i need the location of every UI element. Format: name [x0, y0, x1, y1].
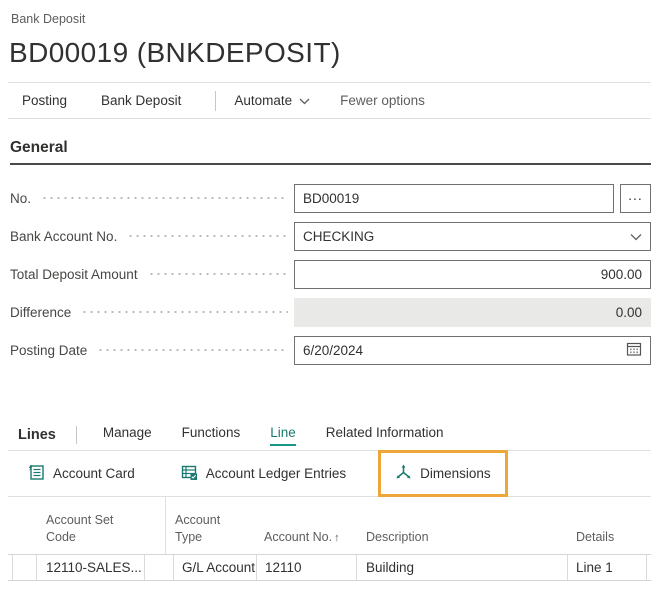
cell-account-no[interactable]: 12110	[257, 555, 357, 580]
tab-manage[interactable]: Manage	[103, 425, 152, 446]
difference-field-row: Difference 0.00	[10, 293, 651, 331]
row-select-cell[interactable]	[12, 555, 37, 580]
dimensions-label: Dimensions	[420, 466, 491, 481]
calendar-icon[interactable]	[626, 341, 642, 360]
table-row[interactable]: 12110-SALES... G/L Account 12110 Buildin…	[8, 554, 651, 581]
dimensions-button[interactable]: Dimensions	[395, 464, 491, 484]
automate-menu[interactable]: Automate	[234, 93, 310, 108]
breadcrumb: Bank Deposit	[11, 12, 86, 26]
cell-description[interactable]: Building	[357, 555, 568, 580]
lines-divider	[75, 426, 77, 444]
cell-account-type[interactable]: G/L Account	[174, 555, 257, 580]
posting-date-field-label: Posting Date	[10, 342, 88, 358]
action-bar-divider	[215, 90, 217, 111]
lines-section-heading[interactable]: Lines	[18, 427, 56, 443]
dotted-leader	[41, 197, 288, 199]
header-account-set-code[interactable]: Account Set Code	[37, 497, 166, 554]
total-deposit-amount-field-row: Total Deposit Amount 900.00	[10, 255, 651, 293]
no-field-label: No.	[10, 190, 32, 206]
chevron-down-icon[interactable]	[630, 229, 642, 244]
sort-ascending-icon: ↑	[334, 532, 340, 545]
header-account-no[interactable]: Account No. ↑	[257, 497, 357, 554]
dimensions-highlight-box: Dimensions	[378, 450, 508, 497]
posting-date-field-row: Posting Date 6/20/2024	[10, 331, 651, 369]
page-title: BD00019 (BNKDEPOSIT)	[9, 37, 341, 68]
bank-account-no-field-label: Bank Account No.	[10, 228, 118, 244]
posting-date-field[interactable]: 6/20/2024	[294, 335, 651, 365]
general-section-heading[interactable]: General	[10, 139, 651, 165]
automate-label: Automate	[234, 93, 293, 108]
posting-date-value: 6/20/2024	[303, 342, 364, 358]
dimensions-icon	[395, 464, 412, 484]
bank-account-no-field[interactable]: CHECKING	[294, 221, 651, 251]
chevron-down-icon	[299, 93, 310, 108]
no-field[interactable]: BD00019	[294, 183, 614, 213]
dotted-leader	[81, 311, 288, 313]
no-field-row: No. BD00019 ...	[10, 179, 651, 217]
bank-deposit-menu[interactable]: Bank Deposit	[101, 93, 181, 108]
cell-account-set-code[interactable]: 12110-SALES...	[37, 555, 145, 580]
account-card-button[interactable]: Account Card	[28, 464, 135, 484]
header-description[interactable]: Description	[357, 497, 568, 554]
bank-account-no-field-row: Bank Account No. CHECKING	[10, 217, 651, 255]
difference-field-label: Difference	[10, 304, 72, 320]
general-fields: No. BD00019 ... Bank Account No. CHECKIN…	[8, 179, 651, 369]
header-account-type[interactable]: Account Type	[166, 497, 257, 554]
cell-details[interactable]: Line 1	[568, 555, 647, 580]
lines-grid-header: Account Set Code Account Type Account No…	[8, 497, 651, 554]
fewer-options-button[interactable]: Fewer options	[340, 93, 425, 108]
account-card-icon	[28, 464, 45, 484]
header-details[interactable]: Details	[568, 497, 647, 554]
no-assist-edit-button[interactable]: ...	[620, 183, 651, 213]
account-ledger-entries-label: Account Ledger Entries	[205, 466, 347, 481]
account-card-label: Account Card	[53, 466, 135, 481]
bank-account-no-value: CHECKING	[303, 228, 375, 244]
posting-menu[interactable]: Posting	[22, 93, 67, 108]
lines-toolbar: Account Card Account Ledger Entries Dime…	[8, 450, 651, 497]
lines-section-bar: Lines Manage Functions Line Related Info…	[18, 422, 651, 448]
ledger-entries-icon	[181, 464, 198, 484]
dotted-leader	[97, 349, 288, 351]
tab-line[interactable]: Line	[270, 425, 296, 446]
action-bar: Posting Bank Deposit Automate Fewer opti…	[8, 82, 651, 119]
tab-functions[interactable]: Functions	[182, 425, 241, 446]
dotted-leader	[147, 273, 288, 275]
header-select-column	[12, 497, 37, 554]
tab-related-information[interactable]: Related Information	[326, 425, 444, 446]
total-deposit-amount-field[interactable]: 900.00	[294, 259, 651, 289]
account-ledger-entries-button[interactable]: Account Ledger Entries	[181, 464, 346, 484]
difference-field: 0.00	[294, 297, 651, 327]
total-deposit-amount-field-label: Total Deposit Amount	[10, 266, 138, 282]
cell-spacer	[145, 555, 174, 580]
dotted-leader	[127, 235, 288, 237]
